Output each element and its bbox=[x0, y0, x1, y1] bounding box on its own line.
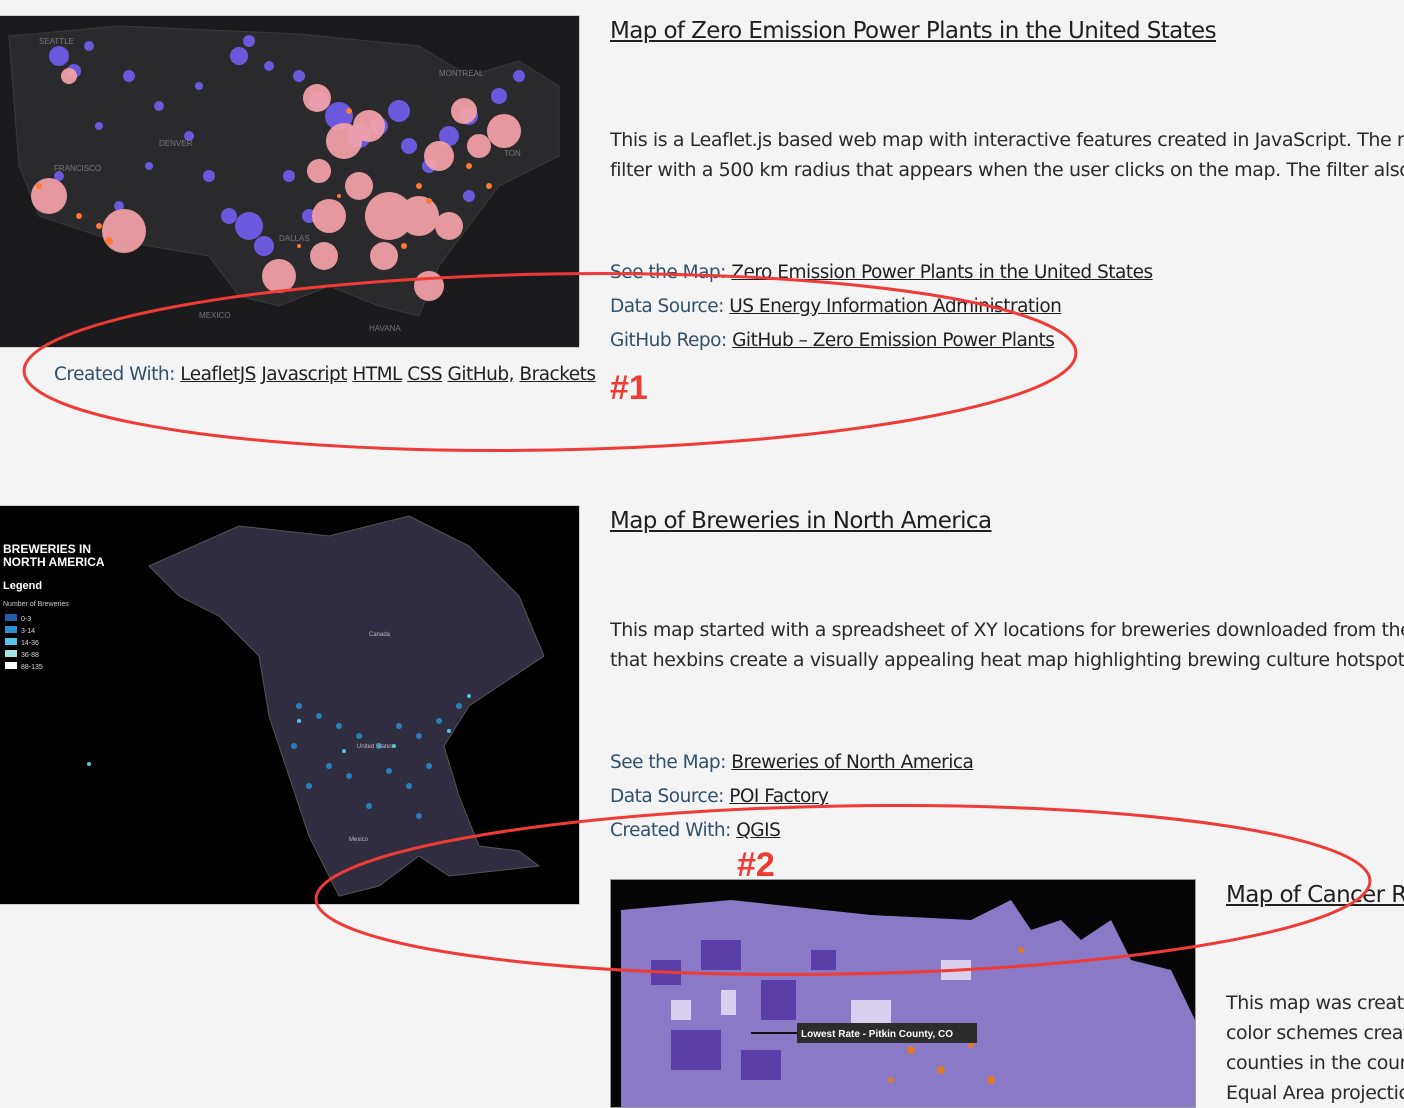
project3-description: This map was create color schemes creat … bbox=[1226, 988, 1404, 1108]
created-with-label: Created With: bbox=[610, 820, 731, 841]
description-line: This map was create bbox=[1226, 992, 1404, 1014]
map-label: TON bbox=[504, 149, 521, 158]
description-line: that hexbins create a visually appealing… bbox=[610, 649, 1404, 671]
project2-data-source-row: Data Source: POI Factory bbox=[610, 786, 829, 807]
data-source-link[interactable]: POI Factory bbox=[729, 786, 829, 807]
project2-created-with-row: Created With: QGIS bbox=[610, 820, 781, 841]
map-country-label: United States bbox=[357, 744, 393, 750]
created-with-label: Created With: bbox=[54, 364, 175, 385]
map-label: SEATTLE bbox=[39, 37, 74, 46]
description-line: Equal Area projectic bbox=[1226, 1082, 1404, 1104]
cancer-map-thumbnail[interactable]: Lowest Rate - Pitkin County, CO bbox=[610, 879, 1196, 1108]
annotation-label-2: #2 bbox=[737, 846, 775, 884]
project1-title-link[interactable]: Map of Zero Emission Power Plants in the… bbox=[610, 18, 1217, 44]
tool-link-brackets[interactable]: Brackets bbox=[519, 364, 596, 385]
legend-swatch bbox=[5, 626, 17, 633]
map-label: MONTREAL bbox=[439, 69, 484, 78]
description-line: This map started with a spreadsheet of X… bbox=[610, 619, 1404, 641]
legend-swatch bbox=[5, 650, 17, 657]
description-line: counties in the coun bbox=[1226, 1052, 1404, 1074]
map-title: BREWERIES IN bbox=[3, 542, 91, 556]
legend-item-label: 0-3 bbox=[21, 616, 31, 623]
annotation-label-1: #1 bbox=[610, 369, 648, 407]
legend-item-label: 3-14 bbox=[21, 628, 35, 635]
map-title: NORTH AMERICA bbox=[3, 555, 105, 569]
description-line: color schemes creat bbox=[1226, 1022, 1404, 1044]
map-country-label: Mexico bbox=[349, 837, 369, 843]
description-line: This is a Leaflet.js based web map with … bbox=[610, 129, 1404, 151]
project2-title-link[interactable]: Map of Breweries in North America bbox=[610, 508, 992, 534]
tool-link-css[interactable]: CSS bbox=[407, 364, 442, 385]
legend-item-label: 14-36 bbox=[21, 640, 39, 647]
tool-link-javascript[interactable]: Javascript bbox=[261, 364, 347, 385]
see-map-link[interactable]: Breweries of North America bbox=[731, 752, 974, 773]
legend-swatch bbox=[5, 614, 17, 621]
tool-link-leafletjs[interactable]: LeafletJS bbox=[180, 364, 256, 385]
github-repo-label: GitHub Repo: bbox=[610, 330, 727, 351]
project1-description: This is a Leaflet.js based web map with … bbox=[610, 125, 1404, 185]
legend-title: Legend bbox=[3, 580, 42, 592]
map-label: DALLAS bbox=[279, 234, 310, 243]
map-label: DENVER bbox=[159, 139, 193, 148]
cancer-map-image: Lowest Rate - Pitkin County, CO bbox=[611, 880, 1195, 1107]
see-map-label: See the Map: bbox=[610, 752, 726, 773]
legend-subtitle: Number of Breweries bbox=[3, 601, 69, 608]
tool-link-html[interactable]: HTML bbox=[352, 364, 402, 385]
description-line: filter with a 500 km radius that appears… bbox=[610, 159, 1404, 181]
project1-see-map-row: See the Map: Zero Emission Power Plants … bbox=[610, 262, 1153, 283]
project1-data-source-row: Data Source: US Energy Information Admin… bbox=[610, 296, 1062, 317]
tool-link-github[interactable]: GitHub, bbox=[448, 364, 515, 385]
map-label: HAVANA bbox=[369, 324, 401, 333]
project2-description: This map started with a spreadsheet of X… bbox=[610, 615, 1404, 675]
legend-swatch bbox=[5, 662, 17, 669]
map-country-label: Canada bbox=[369, 632, 391, 638]
project2-see-map-row: See the Map: Breweries of North America bbox=[610, 752, 974, 773]
project1-github-repo-row: GitHub Repo: GitHub – Zero Emission Powe… bbox=[610, 330, 1055, 351]
legend-item-label: 36-88 bbox=[21, 652, 39, 659]
legend-item-label: 88-135 bbox=[21, 664, 43, 671]
legend-swatch bbox=[5, 638, 17, 645]
map-callout: Lowest Rate - Pitkin County, CO bbox=[801, 1029, 953, 1040]
project3-title-link[interactable]: Map of Cancer Ra bbox=[1226, 882, 1404, 908]
project1-created-with: Created With: LeafletJS Javascript HTML … bbox=[54, 364, 596, 385]
created-with-link[interactable]: QGIS bbox=[736, 820, 781, 841]
see-map-label: See the Map: bbox=[610, 262, 726, 283]
data-source-label: Data Source: bbox=[610, 296, 724, 317]
data-source-link[interactable]: US Energy Information Administration bbox=[729, 296, 1062, 317]
github-repo-link[interactable]: GitHub – Zero Emission Power Plants bbox=[732, 330, 1055, 351]
data-source-label: Data Source: bbox=[610, 786, 724, 807]
see-map-link[interactable]: Zero Emission Power Plants in the United… bbox=[731, 262, 1153, 283]
breweries-map-thumbnail[interactable]: BREWERIES IN NORTH AMERICA Legend Number… bbox=[0, 505, 580, 905]
map-label: FRANCISCO bbox=[54, 164, 101, 173]
map-label: MEXICO bbox=[199, 311, 231, 320]
power-plants-map-thumbnail[interactable]: SEATTLE MONTREAL DENVER FRANCISCO DALLAS… bbox=[0, 15, 580, 348]
power-plants-map-image: SEATTLE MONTREAL DENVER FRANCISCO DALLAS… bbox=[0, 16, 579, 347]
breweries-map-image: BREWERIES IN NORTH AMERICA Legend Number… bbox=[0, 506, 579, 904]
